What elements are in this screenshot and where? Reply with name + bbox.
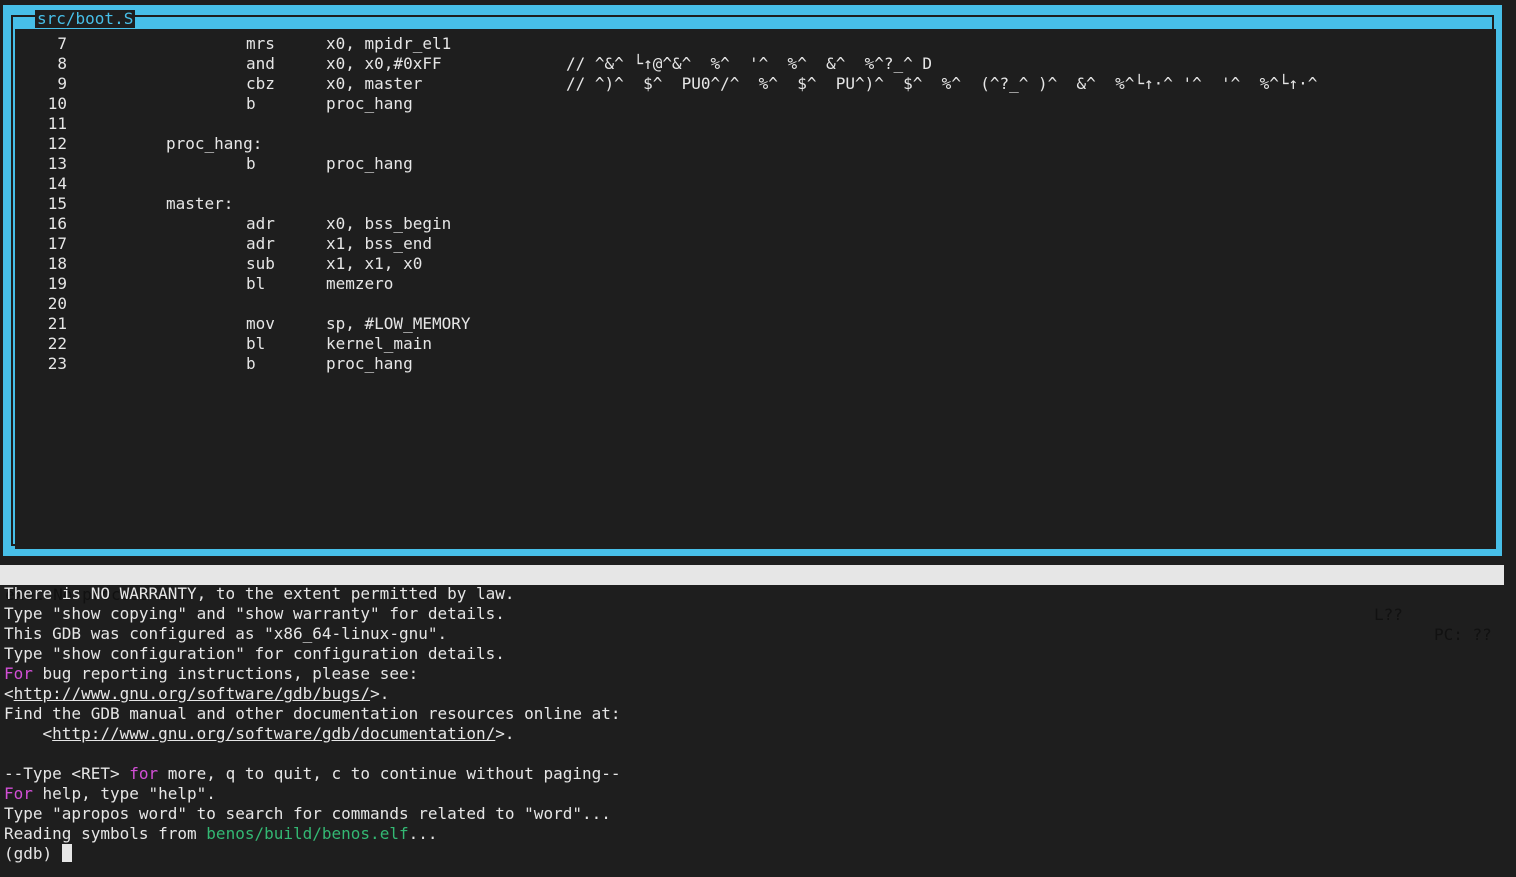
code-comment: // ^)^ $^ PU0^/^ %^ $^ PU^)^ $^ %^ (^?_^… xyxy=(566,74,1318,93)
console-line: Type "show configuration" for configurat… xyxy=(4,644,505,663)
console-line: --Type <RET> for more, q to quit, c to c… xyxy=(4,764,1504,784)
status-bar: exec No process In: L?? PC: ?? xyxy=(0,565,1504,644)
code-operands: x1, x1, x0 xyxy=(326,254,423,273)
code-operands: sp, #LOW_MEMORY xyxy=(326,314,471,333)
line-number: 14 xyxy=(47,174,67,193)
line-number: 20 xyxy=(47,294,67,313)
source-line[interactable]: 13 b proc_hang xyxy=(15,154,1496,174)
console-line: Type "apropos word" to search for comman… xyxy=(4,804,611,823)
source-line[interactable]: 23 b proc_hang xyxy=(15,354,1496,374)
source-window-frame: src/boot.S 7 mrs x0, mpidr_el1 8 and x0, x0,#… xyxy=(3,5,1502,556)
code-operands: x1, bss_end xyxy=(326,234,432,253)
source-code-area[interactable]: 7 mrs x0, mpidr_el1 8 and x0, x0,#0xFF // ^&^ … xyxy=(15,29,1496,549)
console-line: Find the GDB manual and other documentat… xyxy=(4,704,621,723)
code-label: proc_hang: xyxy=(166,134,263,153)
source-line[interactable]: 22 bl kernel_main xyxy=(15,334,1496,354)
symbol-file-path: benos/build/benos.elf xyxy=(206,824,409,843)
console-line: Type "show copying" and "show warranty" … xyxy=(4,604,505,623)
line-number: 8 xyxy=(57,54,67,73)
code-opcode: mrs xyxy=(246,34,275,53)
gdb-prompt-line[interactable]: (gdb) xyxy=(4,844,1504,864)
line-number: 18 xyxy=(47,254,67,273)
source-line[interactable]: 16 adr x0, bss_begin xyxy=(15,214,1496,234)
text-cursor[interactable] xyxy=(61,844,72,862)
code-operands: proc_hang xyxy=(326,154,413,173)
source-line[interactable]: 7 mrs x0, mpidr_el1 xyxy=(15,34,1496,54)
line-number: 15 xyxy=(47,194,67,213)
code-label: master: xyxy=(166,194,234,213)
line-number: 7 xyxy=(57,34,67,53)
console-text: bug reporting instructions, please see: xyxy=(32,664,419,683)
console-line: Reading symbols from benos/build/benos.e… xyxy=(4,824,1504,844)
code-opcode: adr xyxy=(246,234,275,253)
code-opcode: b xyxy=(246,354,256,373)
console-text: Reading symbols from xyxy=(4,824,207,843)
source-line[interactable]: 19 bl memzero xyxy=(15,274,1496,294)
line-number: 23 xyxy=(47,354,67,373)
code-opcode: bl xyxy=(246,334,266,353)
console-line: <http://www.gnu.org/software/gdb/documen… xyxy=(4,724,1504,744)
line-number: 12 xyxy=(47,134,67,153)
console-text: >. xyxy=(495,724,515,743)
source-line[interactable]: 12 proc_hang: xyxy=(15,134,1496,154)
console-line: For bug reporting instructions, please s… xyxy=(4,664,1504,684)
code-operands: memzero xyxy=(326,274,394,293)
code-opcode: b xyxy=(246,154,256,173)
source-line[interactable]: 9 cbz x0, master // ^)^ $^ PU0^/^ %^ $^ PU^… xyxy=(15,74,1496,94)
source-line[interactable]: 10 b proc_hang xyxy=(15,94,1496,114)
code-opcode: b xyxy=(246,94,256,113)
source-line[interactable]: 8 and x0, x0,#0xFF // ^&^ └↑@^&^ %^ '^ %^ &… xyxy=(15,54,1496,74)
keyword-text: For xyxy=(4,664,33,683)
console-line: <http://www.gnu.org/software/gdb/bugs/>. xyxy=(4,684,1504,704)
console-text: < xyxy=(4,684,14,703)
console-text: ... xyxy=(408,824,438,843)
code-operands: proc_hang xyxy=(326,354,413,373)
code-opcode: and xyxy=(246,54,275,73)
code-operands: x0, master xyxy=(326,74,423,93)
source-line[interactable]: 14 xyxy=(15,174,1496,194)
bugs-link[interactable]: http://www.gnu.org/software/gdb/bugs/ xyxy=(14,684,370,703)
keyword-text: For xyxy=(4,784,33,803)
line-number: 22 xyxy=(47,334,67,353)
code-comment: // ^&^ └↑@^&^ %^ '^ %^ &^ %^?_^ D xyxy=(566,54,933,73)
line-number: 19 xyxy=(47,274,67,293)
console-text: help, type "help". xyxy=(32,784,216,803)
console-text: >. xyxy=(370,684,390,703)
console-line: This GDB was configured as "x86_64-linux… xyxy=(4,624,448,643)
console-line: For help, type "help". xyxy=(4,784,1504,804)
code-operands: x0, bss_begin xyxy=(326,214,452,233)
line-number: 9 xyxy=(57,74,67,93)
code-opcode: mov xyxy=(246,314,275,333)
code-opcode: sub xyxy=(246,254,275,273)
line-number: 10 xyxy=(47,94,67,113)
keyword-text: for xyxy=(129,764,159,783)
documentation-link[interactable]: http://www.gnu.org/software/gdb/document… xyxy=(52,724,495,743)
line-number: 16 xyxy=(47,214,67,233)
line-number: 13 xyxy=(47,154,67,173)
console-text: < xyxy=(4,724,53,743)
source-line[interactable]: 21 mov sp, #LOW_MEMORY xyxy=(15,314,1496,334)
source-line[interactable]: 20 xyxy=(15,294,1496,314)
code-opcode: bl xyxy=(246,274,266,293)
source-line[interactable]: 15 master: xyxy=(15,194,1496,214)
gdb-console[interactable]: There is NO WARRANTY, to the extent perm… xyxy=(4,584,1504,864)
code-operands: x0, x0,#0xFF xyxy=(326,54,442,73)
source-line[interactable]: 17 adr x1, bss_end xyxy=(15,234,1496,254)
line-number: 11 xyxy=(47,114,67,133)
console-line: There is NO WARRANTY, to the extent perm… xyxy=(4,584,515,603)
code-operands: proc_hang xyxy=(326,94,413,113)
console-text: --Type <RET> xyxy=(4,764,130,783)
source-window-title: src/boot.S xyxy=(35,9,136,28)
source-line[interactable]: 11 xyxy=(15,114,1496,134)
code-operands: kernel_main xyxy=(326,334,432,353)
line-number: 21 xyxy=(47,314,67,333)
code-opcode: cbz xyxy=(246,74,275,93)
source-line[interactable]: 18 sub x1, x1, x0 xyxy=(15,254,1496,274)
code-opcode: adr xyxy=(246,214,275,233)
line-number: 17 xyxy=(47,234,67,253)
gdb-prompt: (gdb) xyxy=(4,844,62,863)
code-operands: x0, mpidr_el1 xyxy=(326,34,452,53)
console-text: more, q to quit, c to continue without p… xyxy=(158,764,621,783)
